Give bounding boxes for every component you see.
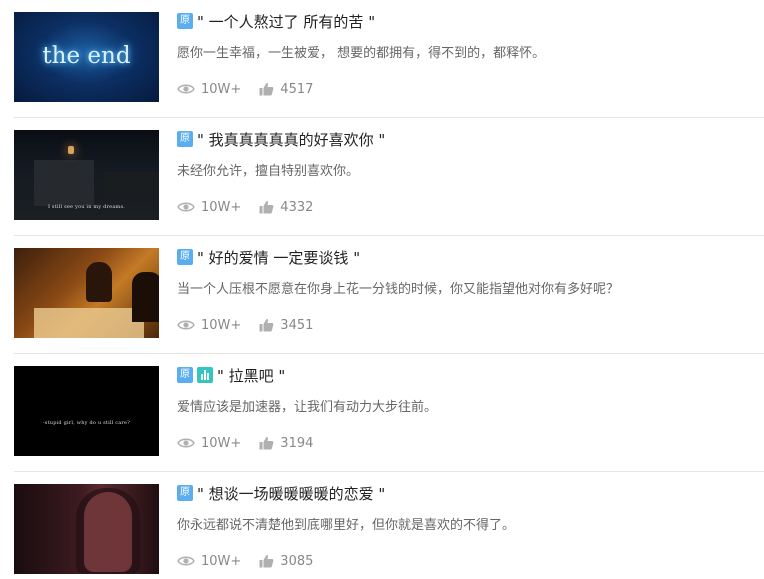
article-stats: 10W+ 4332 [177, 198, 331, 216]
thumbs-up-icon [259, 436, 274, 450]
article-title[interactable]: " 我真真真真真的好喜欢你 " [197, 129, 385, 150]
view-count: 10W+ [177, 436, 241, 451]
article-title[interactable]: " 拉黑吧 " [217, 365, 285, 386]
like-count[interactable]: 4517 [259, 82, 313, 97]
article-thumbnail[interactable]: I still see you in my dreams. [14, 130, 159, 220]
thumbs-up-icon [259, 554, 274, 568]
like-count-value: 3451 [280, 317, 314, 333]
like-count-value: 3194 [280, 435, 314, 451]
article-title[interactable]: " 想谈一场暖暖暖暖的恋爱 " [197, 483, 385, 504]
thumbs-up-icon [259, 82, 274, 96]
title-row: 原 " 我真真真真真的好喜欢你 " [177, 129, 385, 149]
article-description: 愿你一生幸福，一生被爱， 想要的都拥有，得不到的，都释怀。 [177, 46, 546, 61]
view-count-value: 10W+ [201, 81, 242, 97]
article-stats: 10W+ 4517 [177, 80, 331, 98]
article-list: the end 原 " 一个人熬过了 所有的苦 " 愿你一生幸福，一生被爱， 想… [0, 0, 764, 579]
thumbnail-text: the end [42, 43, 131, 69]
original-badge: 原 [177, 131, 193, 147]
title-row: 原 " 好的爱情 一定要谈钱 " [177, 247, 360, 267]
article-item[interactable]: -stupid girl, why do u still care? 原 " 拉… [0, 354, 764, 472]
view-count-value: 10W+ [201, 435, 242, 451]
article-description: 你永远都说不清楚他到底哪里好，但你就是喜欢的不得了。 [177, 518, 516, 533]
thumbnail-shape [34, 308, 144, 338]
thumbnail-shape [84, 492, 132, 572]
article-item[interactable]: the end 原 " 一个人熬过了 所有的苦 " 愿你一生幸福，一生被爱， 想… [0, 0, 764, 118]
title-row: 原 " 拉黑吧 " [177, 365, 285, 385]
eye-icon [177, 319, 195, 331]
like-count[interactable]: 3194 [259, 436, 313, 451]
eye-icon [177, 555, 195, 567]
original-badge: 原 [177, 367, 193, 383]
thumbs-up-icon [259, 318, 274, 332]
article-stats: 10W+ 3194 [177, 434, 331, 452]
view-count: 10W+ [177, 554, 241, 569]
article-description: 爱情应该是加速器，让我们有动力大步往前。 [177, 400, 438, 415]
article-item[interactable]: 原 " 想谈一场暖暖暖暖的恋爱 " 你永远都说不清楚他到底哪里好，但你就是喜欢的… [0, 472, 764, 579]
view-count-value: 10W+ [201, 317, 242, 333]
view-count: 10W+ [177, 82, 241, 97]
like-count[interactable]: 4332 [259, 200, 313, 215]
view-count-value: 10W+ [201, 553, 242, 569]
original-badge: 原 [177, 485, 193, 501]
article-thumbnail[interactable]: -stupid girl, why do u still care? [14, 366, 159, 456]
article-thumbnail[interactable]: the end [14, 12, 159, 102]
original-badge: 原 [177, 13, 193, 29]
eye-icon [177, 201, 195, 213]
title-row: 原 " 想谈一场暖暖暖暖的恋爱 " [177, 483, 385, 503]
thumbnail-caption: I still see you in my dreams. [47, 204, 126, 210]
article-title[interactable]: " 好的爱情 一定要谈钱 " [197, 247, 360, 268]
thumbs-up-icon [259, 200, 274, 214]
like-count-value: 3085 [280, 553, 314, 569]
article-item[interactable]: I still see you in my dreams. 原 " 我真真真真真… [0, 118, 764, 236]
original-badge: 原 [177, 249, 193, 265]
thumbnail-shape [104, 172, 159, 202]
like-count-value: 4332 [280, 199, 314, 215]
article-thumbnail[interactable] [14, 248, 159, 338]
audio-bars-icon [197, 367, 213, 383]
article-item[interactable]: 原 " 好的爱情 一定要谈钱 " 当一个人压根不愿意在你身上花一分钱的时候，你又… [0, 236, 764, 354]
article-description: 未经你允许，擅自特别喜欢你。 [177, 164, 360, 179]
thumbnail-shape [34, 160, 94, 206]
view-count: 10W+ [177, 318, 241, 333]
eye-icon [177, 437, 195, 449]
view-count-value: 10W+ [201, 199, 242, 215]
like-count-value: 4517 [280, 81, 314, 97]
article-stats: 10W+ 3451 [177, 316, 331, 334]
view-count: 10W+ [177, 200, 241, 215]
thumbnail-shape [68, 146, 74, 154]
eye-icon [177, 83, 195, 95]
title-row: 原 " 一个人熬过了 所有的苦 " [177, 11, 375, 31]
like-count[interactable]: 3085 [259, 554, 313, 569]
article-thumbnail[interactable] [14, 484, 159, 574]
article-stats: 10W+ 3085 [177, 552, 331, 570]
thumbnail-caption: -stupid girl, why do u still care? [42, 420, 131, 426]
like-count[interactable]: 3451 [259, 318, 313, 333]
thumbnail-shape [86, 262, 112, 302]
article-title[interactable]: " 一个人熬过了 所有的苦 " [197, 11, 375, 32]
thumbnail-shape [132, 272, 159, 322]
article-description: 当一个人压根不愿意在你身上花一分钱的时候，你又能指望他对你有多好呢？ [177, 282, 620, 297]
